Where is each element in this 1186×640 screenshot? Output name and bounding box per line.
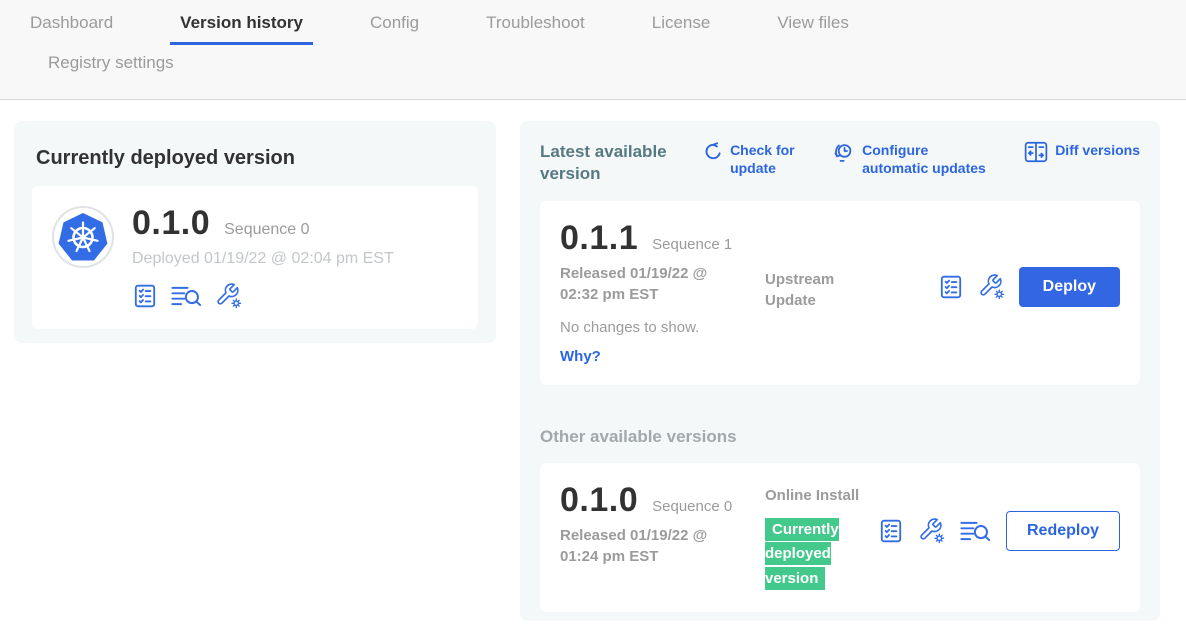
latest-available-title: Latest available version <box>540 141 672 185</box>
currently-deployed-title: Currently deployed version <box>36 147 474 170</box>
latest-version-actions: Deploy <box>938 267 1120 307</box>
currently-deployed-badge: Currently deployed version <box>765 518 839 591</box>
top-navigation: Dashboard Version history Config Trouble… <box>0 0 1186 100</box>
preflight-checks-icon[interactable] <box>938 274 964 300</box>
latest-version-card: 0.1.1 Sequence 1 Released 01/19/22 @ 02:… <box>540 201 1140 385</box>
other-version-source: Online Install <box>765 485 877 506</box>
nav-row-1: Dashboard Version history Config Trouble… <box>0 13 1186 45</box>
deploy-button[interactable]: Deploy <box>1019 267 1120 307</box>
other-version-source-col: Online Install Currently deployed versio… <box>765 485 877 592</box>
other-sequence-label: Sequence 0 <box>652 498 734 517</box>
other-version-actions: Redeploy <box>878 511 1120 551</box>
tab-registry-settings[interactable]: Registry settings <box>38 53 184 85</box>
redeploy-button[interactable]: Redeploy <box>1006 511 1120 551</box>
schedule-icon <box>832 141 855 164</box>
deployed-sequence-label: Sequence 0 <box>224 221 309 239</box>
tab-config[interactable]: Config <box>360 13 429 45</box>
latest-version-number: 0.1.1 <box>560 221 638 255</box>
check-for-update-link[interactable]: Check for update <box>702 141 802 177</box>
deployed-version-card: 0.1.0 Sequence 0 Deployed 01/19/22 @ 02:… <box>32 186 478 329</box>
latest-version-info: 0.1.1 Sequence 1 Released 01/19/22 @ 02:… <box>560 221 765 365</box>
tab-view-files[interactable]: View files <box>767 13 859 45</box>
preflight-checks-icon[interactable] <box>132 283 158 309</box>
configure-automatic-updates-link[interactable]: Configure automatic updates <box>832 141 994 177</box>
edit-config-icon[interactable] <box>978 273 1005 300</box>
preflight-checks-icon[interactable] <box>878 518 904 544</box>
deployed-version-info: 0.1.0 Sequence 0 Deployed 01/19/22 @ 02:… <box>132 206 394 309</box>
latest-sequence-label: Sequence 1 <box>652 236 734 255</box>
currently-deployed-badge-wrap: Currently deployed version <box>765 518 863 592</box>
diff-versions-label: Diff versions <box>1055 141 1140 159</box>
why-link[interactable]: Why? <box>560 348 765 365</box>
configure-automatic-updates-label: Configure automatic updates <box>862 141 994 177</box>
available-versions-panel: Latest available version Check for updat… <box>520 121 1160 621</box>
refresh-icon <box>702 141 723 162</box>
other-version-info: 0.1.0 Sequence 0 Released 01/19/22 @ 01:… <box>560 483 765 592</box>
available-versions-header: Latest available version Check for updat… <box>540 141 1140 185</box>
tab-version-history[interactable]: Version history <box>170 13 313 45</box>
diff-icon <box>1024 141 1048 163</box>
check-for-update-label: Check for update <box>730 141 802 177</box>
edit-config-icon[interactable] <box>215 282 242 309</box>
deploy-logs-icon[interactable] <box>959 518 992 544</box>
other-version-card: 0.1.0 Sequence 0 Released 01/19/22 @ 01:… <box>540 463 1140 612</box>
tab-dashboard[interactable]: Dashboard <box>20 13 123 45</box>
no-changes-text: No changes to show. <box>560 319 765 336</box>
other-versions-title: Other available versions <box>540 427 1140 447</box>
deploy-logs-icon[interactable] <box>170 283 203 309</box>
kubernetes-logo-icon <box>52 206 114 309</box>
main-content: Currently deployed version <box>0 100 1186 621</box>
currently-deployed-panel: Currently deployed version <box>14 121 496 343</box>
other-version-number: 0.1.0 <box>560 483 638 517</box>
latest-version-source: Upstream Update <box>765 269 877 365</box>
other-released-timestamp: Released 01/19/22 @ 01:24 pm EST <box>560 525 738 567</box>
tab-troubleshoot[interactable]: Troubleshoot <box>476 13 595 45</box>
deployed-version-number: 0.1.0 <box>132 206 210 240</box>
tab-license[interactable]: License <box>642 13 721 45</box>
diff-versions-link[interactable]: Diff versions <box>1024 141 1140 163</box>
edit-config-icon[interactable] <box>918 517 945 544</box>
latest-released-timestamp: Released 01/19/22 @ 02:32 pm EST <box>560 263 738 305</box>
deployed-timestamp: Deployed 01/19/22 @ 02:04 pm EST <box>132 250 394 268</box>
nav-row-2: Registry settings <box>0 45 1186 99</box>
